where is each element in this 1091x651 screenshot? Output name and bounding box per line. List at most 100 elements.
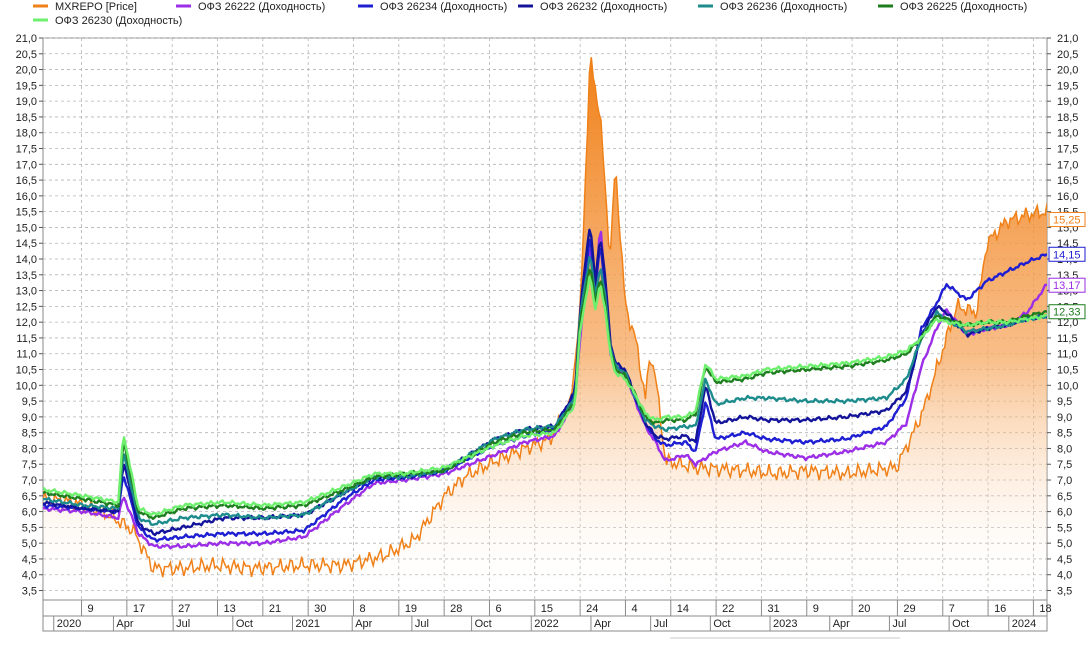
- y-tick-label: 19,0: [1057, 96, 1078, 108]
- y-tick-label: 5,0: [1057, 538, 1072, 550]
- y-tick-label: 5,5: [22, 522, 37, 534]
- legend-label: ОФЗ 26234 (Доходность): [380, 1, 507, 13]
- y-tick-label: 8,0: [22, 443, 37, 455]
- y-tick-label: 10,5: [1057, 365, 1078, 377]
- legend-label: MXREPO [Price]: [55, 1, 137, 13]
- x-tick-label-top: 4: [631, 603, 637, 615]
- y-tick-label: 4,5: [22, 554, 37, 566]
- x-tick-label-top: 15: [541, 603, 553, 615]
- y-tick-label: 7,0: [1057, 475, 1072, 487]
- x-tick-label-bottom: Apr: [594, 618, 611, 630]
- y-tick-label: 21,0: [16, 33, 37, 45]
- x-tick-label-bottom: Apr: [355, 618, 372, 630]
- y-tick-label: 5,0: [22, 538, 37, 550]
- y-tick-label: 7,5: [22, 459, 37, 471]
- x-tick-label-top: 17: [133, 603, 145, 615]
- y-tick-label: 9,5: [1057, 396, 1072, 408]
- y-tick-label: 17,0: [16, 159, 37, 171]
- y-tick-label: 17,5: [16, 144, 37, 156]
- x-tick-label-top: 7: [949, 603, 955, 615]
- y-tick-label: 4,0: [22, 570, 37, 582]
- x-tick-label-top: 9: [813, 603, 819, 615]
- y-tick-label: 19,5: [16, 80, 37, 92]
- y-tick-label: 14,5: [16, 238, 37, 250]
- y-tick-label: 6,0: [22, 507, 37, 519]
- y-tick-label: 8,0: [1057, 443, 1072, 455]
- x-axis: 9 17 27 13 21 30 8 19 28 6 15 24 4 14 22 31 9 20 29 7 16 1820…: [42, 599, 1052, 632]
- y-tick-label: 8,5: [22, 428, 37, 440]
- y-tick-label: 16,0: [1057, 191, 1078, 203]
- y-tick-label: 18,5: [1057, 112, 1078, 124]
- y-tick-label: 20,0: [1057, 65, 1078, 77]
- y-tick-label: 13,5: [16, 270, 37, 282]
- x-tick-label-top: 27: [178, 603, 190, 615]
- x-tick-label-bottom: Oct: [713, 618, 730, 630]
- y-tick-label: 11,0: [1057, 349, 1078, 361]
- y-tick-label: 17,0: [1057, 159, 1078, 171]
- legend-label: ОФЗ 26232 (Доходность): [540, 1, 667, 13]
- x-tick-label-top: 20: [858, 603, 870, 615]
- y-tick-label: 16,5: [1057, 175, 1078, 187]
- x-tick-label-top: 16: [994, 603, 1006, 615]
- y-tick-label: 20,5: [16, 49, 37, 61]
- legend-label: ОФЗ 26222 (Доходность): [198, 1, 325, 13]
- x-tick-label-bottom: Oct: [952, 618, 969, 630]
- y-tick-label: 3,5: [22, 586, 37, 598]
- y-tick-label: 4,0: [1057, 570, 1072, 582]
- y-tick-label: 18,5: [16, 112, 37, 124]
- x-tick-label-top: 19: [405, 603, 417, 615]
- x-tick-label-bottom: Jul: [892, 618, 906, 630]
- y-tick-label: 14,0: [16, 254, 37, 266]
- x-tick-label-bottom: 2022: [534, 618, 558, 630]
- y-tick-label: 6,0: [1057, 507, 1072, 519]
- y-tick-label: 11,5: [1057, 333, 1078, 345]
- y-tick-label: 10,0: [16, 380, 37, 392]
- y-tick-label: 15,0: [16, 222, 37, 234]
- last-value-label: 12,33: [1053, 307, 1081, 319]
- y-tick-label: 7,5: [1057, 459, 1072, 471]
- y-tick-label: 15,5: [16, 207, 37, 219]
- last-value-label: 14,15: [1053, 249, 1081, 261]
- x-tick-label-top: 13: [224, 603, 236, 615]
- x-tick-label-top: 22: [722, 603, 734, 615]
- y-tick-label: 9,5: [22, 396, 37, 408]
- x-tick-label-top: 28: [450, 603, 462, 615]
- y-tick-label: 21,0: [1057, 33, 1078, 45]
- y-tick-label: 11,0: [16, 349, 37, 361]
- x-tick-label-top: 14: [677, 603, 689, 615]
- x-tick-label-bottom: Jul: [415, 618, 429, 630]
- x-tick-label-top: 30: [314, 603, 326, 615]
- y-tick-label: 6,5: [22, 491, 37, 503]
- y-tick-label: 19,0: [16, 96, 37, 108]
- legend-label: ОФЗ 26230 (Доходность): [55, 15, 182, 27]
- x-tick-label-top: 9: [88, 603, 94, 615]
- y-tick-label: 12,0: [16, 317, 37, 329]
- y-tick-label: 4,5: [1057, 554, 1072, 566]
- x-tick-label-bottom: Oct: [475, 618, 492, 630]
- x-tick-label-bottom: Apr: [116, 618, 133, 630]
- y-tick-label: 16,5: [16, 175, 37, 187]
- x-tick-label-bottom: Apr: [833, 618, 850, 630]
- x-tick-label-top: 18: [1039, 603, 1051, 615]
- chart: MXREPO [Price] ОФЗ 26222 (Доходность) ОФЗ …: [0, 0, 1091, 651]
- y-tick-label: 20,5: [1057, 49, 1078, 61]
- x-tick-label-top: 21: [269, 603, 281, 615]
- x-tick-label-bottom: 2021: [296, 618, 320, 630]
- y-tick-label: 8,5: [1057, 428, 1072, 440]
- y-tick-label: 5,5: [1057, 522, 1072, 534]
- x-tick-label-bottom: 2024: [1012, 618, 1036, 630]
- x-tick-label-top: 31: [767, 603, 779, 615]
- y-tick-label: 20,0: [16, 65, 37, 77]
- y-tick-label: 10,0: [1057, 380, 1078, 392]
- y-tick-label: 3,5: [1057, 586, 1072, 598]
- x-tick-label-top: 29: [903, 603, 915, 615]
- y-tick-label: 18,0: [16, 128, 37, 140]
- y-tick-label: 6,5: [1057, 491, 1072, 503]
- legend-label: ОФЗ 26225 (Доходность): [900, 1, 1027, 13]
- x-tick-label-bottom: Jul: [176, 618, 190, 630]
- last-value-label: 15,25: [1053, 215, 1081, 227]
- x-tick-label-bottom: 2020: [57, 618, 81, 630]
- y-tick-label: 9,0: [1057, 412, 1072, 424]
- x-tick-label-top: 6: [495, 603, 501, 615]
- y-tick-label: 18,0: [1057, 128, 1078, 140]
